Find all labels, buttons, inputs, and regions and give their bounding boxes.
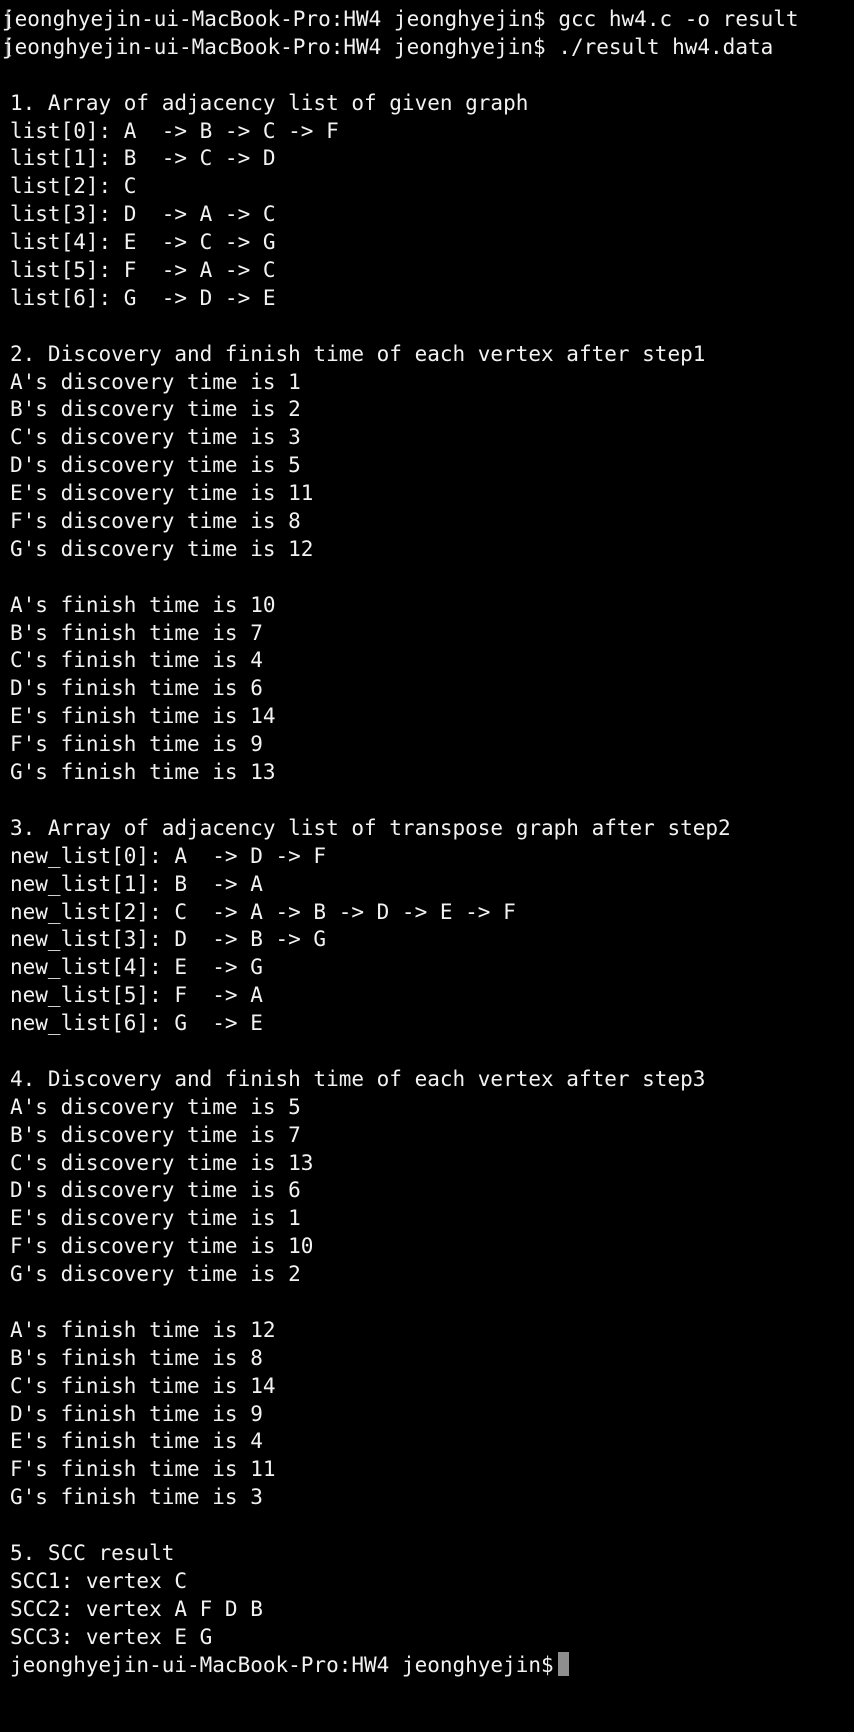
output-line: new_list[2]: C -> A -> B -> D -> E -> F	[10, 899, 516, 924]
output-line: SCC1: vertex C	[10, 1568, 188, 1593]
terminal-window[interactable]: [jeonghyejin-ui-MacBook-Pro:HW4 jeonghye…	[0, 0, 854, 1732]
output-line: F's discovery time is 10	[10, 1234, 314, 1259]
output-line: list[1]: B -> C -> D	[10, 146, 276, 171]
output-line: list[6]: G -> D -> E	[10, 285, 276, 310]
prompt: jeonghyejin-ui-MacBook-Pro:HW4 jeonghyej…	[2, 7, 546, 31]
output-line: SCC2: vertex A F D B	[10, 1596, 263, 1621]
output-line: E's discovery time is 1	[10, 1206, 301, 1231]
output-line: B's finish time is 8	[10, 1345, 263, 1370]
output-line: B's discovery time is 7	[10, 1122, 301, 1147]
output-line: A's discovery time is 1	[10, 369, 301, 394]
section-title: 3. Array of adjacency list of transpose …	[10, 815, 731, 840]
section-title: 2. Discovery and finish time of each ver…	[10, 341, 706, 366]
output-line: list[4]: E -> C -> G	[10, 230, 276, 255]
output-line: list[5]: F -> A -> C	[10, 258, 276, 283]
output-line: A's finish time is 12	[10, 1317, 276, 1342]
text-cursor	[557, 1651, 569, 1676]
output-line: list[2]: C	[10, 174, 137, 199]
output-line: new_list[0]: A -> D -> F	[10, 843, 327, 868]
output-line: C's finish time is 14	[10, 1373, 276, 1398]
command-line: [jeonghyejin-ui-MacBook-Pro:HW4 jeonghye…	[2, 34, 774, 59]
output-line: F's finish time is 11	[10, 1457, 276, 1482]
output-line: F's discovery time is 8	[10, 509, 301, 534]
command-line: [jeonghyejin-ui-MacBook-Pro:HW4 jeonghye…	[2, 7, 799, 31]
output-line: E's discovery time is 11	[10, 481, 314, 506]
output-line: list[3]: D -> A -> C	[10, 202, 276, 227]
output-line: D's discovery time is 6	[10, 1178, 301, 1203]
command-text: gcc hw4.c -o result	[558, 7, 799, 31]
output-line: C's finish time is 4	[10, 648, 263, 673]
section-title: 1. Array of adjacency list of given grap…	[10, 90, 529, 115]
output-line: A's finish time is 10	[10, 592, 276, 617]
output-line: list[0]: A -> B -> C -> F	[10, 118, 339, 143]
output-line: new_list[4]: E -> G	[10, 955, 263, 980]
prompt: jeonghyejin-ui-MacBook-Pro:HW4 jeonghyej…	[2, 34, 546, 59]
current-prompt-line[interactable]: jeonghyejin-ui-MacBook-Pro:HW4 jeonghyej…	[10, 1651, 854, 1680]
output-line: D's finish time is 6	[10, 676, 263, 701]
output-line: F's finish time is 9	[10, 732, 263, 757]
output-line: C's discovery time is 3	[10, 425, 301, 450]
output-line: A's discovery time is 5	[10, 1094, 301, 1119]
output-line: G's finish time is 3	[10, 1485, 263, 1510]
output-line: B's discovery time is 2	[10, 397, 301, 422]
output-line: SCC3: vertex E G	[10, 1624, 213, 1649]
output-line: E's finish time is 14	[10, 704, 276, 729]
output-line: new_list[1]: B -> A	[10, 871, 263, 896]
output-line: G's discovery time is 12	[10, 536, 314, 561]
output-line: new_list[5]: F -> A	[10, 983, 263, 1008]
prompt: jeonghyejin-ui-MacBook-Pro:HW4 jeonghyej…	[10, 1652, 554, 1677]
command-text: ./result hw4.data	[558, 34, 774, 59]
output-line: G's discovery time is 2	[10, 1262, 301, 1287]
output-line: new_list[3]: D -> B -> G	[10, 927, 327, 952]
output-line: new_list[6]: G -> E	[10, 1011, 263, 1036]
output-line: D's finish time is 9	[10, 1401, 263, 1426]
output-line: G's finish time is 13	[10, 760, 276, 785]
output-line: E's finish time is 4	[10, 1429, 263, 1454]
section-title: 5. SCC result	[10, 1540, 175, 1565]
output-line: D's discovery time is 5	[10, 453, 301, 478]
output-line: C's discovery time is 13	[10, 1150, 314, 1175]
section-title: 4. Discovery and finish time of each ver…	[10, 1066, 706, 1091]
output-line: B's finish time is 7	[10, 620, 263, 645]
